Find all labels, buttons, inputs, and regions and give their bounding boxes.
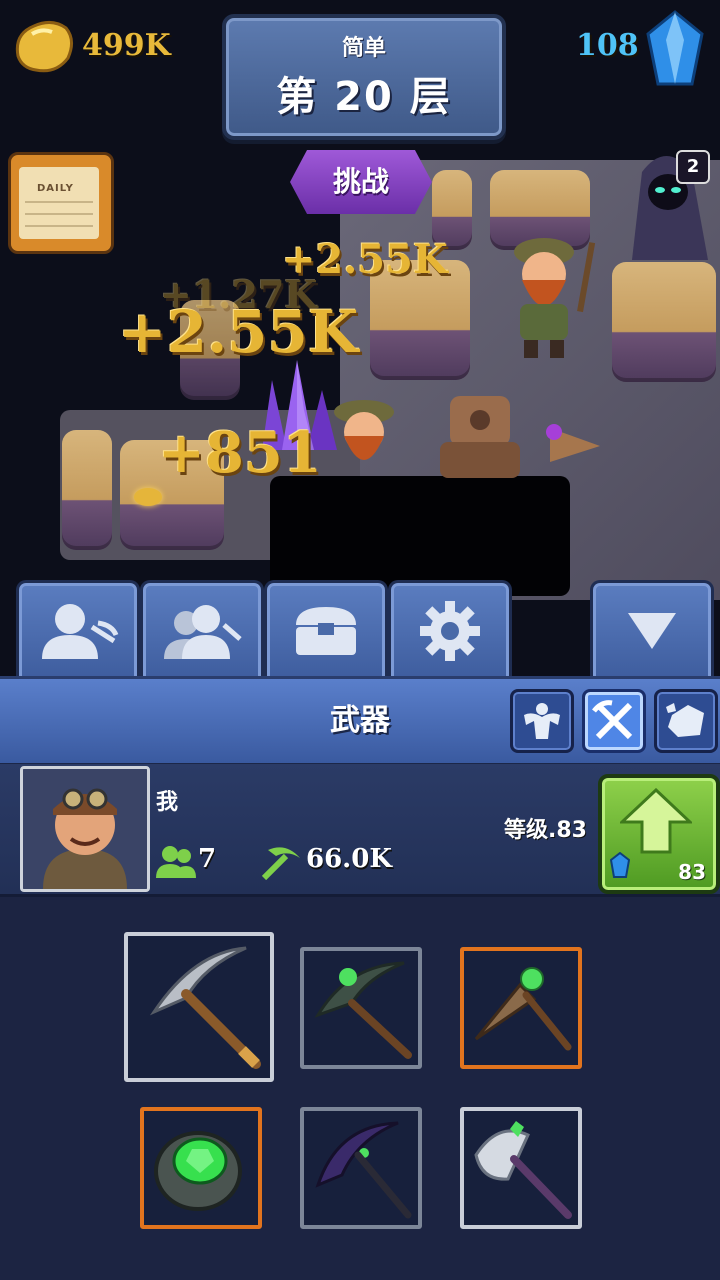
ore-rock-icon: [666, 703, 704, 737]
category-ore-button[interactable]: [654, 689, 718, 753]
power-value: 66.0K: [306, 844, 392, 874]
workers-icon: [156, 846, 196, 878]
battle-axe-icon: [474, 1121, 572, 1219]
gold-nugget-icon: [134, 488, 162, 506]
upgrade-button[interactable]: 83: [598, 774, 720, 894]
inventory-slot-emerald-drill[interactable]: [460, 947, 582, 1069]
upgrade-arrow-icon: [620, 788, 692, 854]
inventory-grid: [0, 897, 720, 1280]
dwarf-miner-sprite[interactable]: [320, 392, 420, 482]
challenge-button[interactable]: 挑战: [290, 150, 432, 214]
emerald-pickaxe-icon: [314, 961, 412, 1059]
miner-portrait-icon: [23, 769, 147, 889]
calendar-line: [25, 213, 93, 215]
gem-amount: 108: [576, 28, 639, 63]
tab-chest[interactable]: [264, 580, 388, 679]
chest-icon: [296, 607, 356, 655]
inventory-slot-emerald-pickaxe[interactable]: [300, 947, 422, 1069]
collapse-down-icon: [628, 613, 676, 649]
section-bar: 武器: [0, 676, 720, 767]
gold-nugget-icon: [15, 21, 73, 73]
calendar-line: [25, 201, 93, 203]
tab-settings[interactable]: [388, 580, 512, 679]
inventory-slot-emerald-ring[interactable]: [140, 1107, 262, 1229]
inventory-slot-battle-axe[interactable]: [460, 1107, 582, 1229]
calendar-page-icon: [19, 167, 99, 239]
blue-gem-icon: [646, 10, 704, 86]
pickaxe-power-icon: [262, 847, 300, 880]
tab-miners-group[interactable]: [140, 580, 264, 679]
floor-label: 第 20 层: [276, 74, 452, 120]
calendar-line: [25, 225, 93, 227]
emerald-ring-icon: [154, 1131, 242, 1211]
level-plate: 简单 第 20 层: [222, 14, 506, 140]
blue-gem-icon: [610, 852, 630, 878]
miner-profile-icon: [42, 604, 119, 659]
category-weapons-button[interactable]: [582, 689, 646, 753]
strength-icon: [524, 703, 560, 739]
upgrade-cost: 83: [678, 860, 706, 884]
daily-label: DAILY: [37, 183, 74, 194]
floating-gain-text: +2.55K: [118, 298, 359, 366]
dirt-tile[interactable]: [612, 262, 716, 382]
miners-group-icon: [164, 605, 242, 659]
emerald-drill-icon: [474, 967, 572, 1051]
enemy-level-badge: 2: [676, 150, 710, 184]
inventory-slot-iron-pickaxe[interactable]: [124, 932, 274, 1082]
inventory-slot-dark-scythe[interactable]: [300, 1107, 422, 1229]
collapse-panel-button[interactable]: [590, 580, 714, 679]
drill-robot-sprite[interactable]: [430, 386, 530, 480]
dwarf-miner-sprite[interactable]: [486, 222, 606, 362]
difficulty-label: 简单: [341, 36, 386, 61]
player-panel: 我 7 66.0K 等级.83 83: [0, 764, 720, 897]
player-name: 我: [156, 790, 179, 815]
iron-pickaxe-icon: [149, 946, 261, 1069]
mine-shaft: [270, 476, 570, 596]
category-strength-button[interactable]: [510, 689, 574, 753]
crossed-tools-icon: [592, 700, 633, 740]
tab-miner-profile[interactable]: [16, 580, 140, 679]
player-level: 等级.83: [504, 818, 587, 843]
avatar[interactable]: [20, 766, 150, 892]
workers-count: 7: [198, 844, 217, 874]
daily-calendar-button[interactable]: DAILY: [8, 152, 114, 254]
dark-scythe-icon: [315, 1121, 412, 1219]
gold-amount: 499K: [82, 28, 171, 63]
gear-icon: [420, 601, 480, 661]
floating-gain-text: +851: [158, 420, 322, 486]
gold-ore-tile[interactable]: [62, 430, 112, 550]
drill-tool-icon: [546, 424, 600, 462]
